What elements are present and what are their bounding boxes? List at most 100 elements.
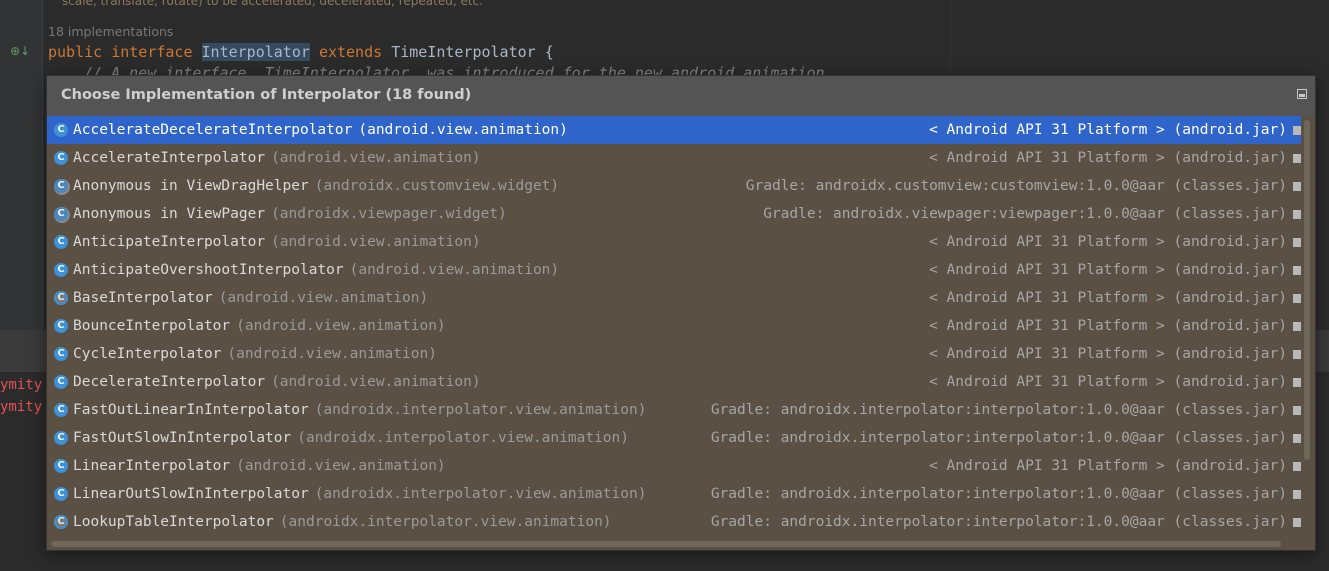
implementation-name: AnticipateOvershootInterpolator (android.… [73, 256, 559, 284]
class-icon: C [54, 431, 68, 445]
package-name: (androidx.interpolator.view.animation) [279, 514, 612, 530]
error-text-2: ymity [0, 399, 43, 415]
implementation-row[interactable]: C AnticipateOvershootInterpolator (android… [47, 256, 1301, 284]
class-name: FastOutLinearInInterpolator [73, 402, 309, 418]
package-name: (android.view.animation) [349, 262, 560, 278]
vertical-scrollbar[interactable] [1301, 116, 1315, 536]
abstract-class-icon: C [54, 515, 68, 529]
package-name: (android.view.animation) [271, 150, 481, 166]
jar-icon [1293, 210, 1301, 219]
library-location: < Android API 31 Platform > (android.jar… [929, 346, 1287, 362]
class-icon: C [54, 459, 68, 473]
keyword-extends: extends [318, 43, 383, 61]
library-location: < Android API 31 Platform > (android.jar… [929, 374, 1287, 390]
implementations-hint[interactable]: 18 implementations [48, 24, 173, 39]
implementation-row[interactable]: C CycleInterpolator (android.view.animatio… [47, 340, 1301, 368]
jar-icon [1293, 518, 1301, 527]
jar-icon [1293, 238, 1301, 247]
package-name: (android.view.animation) [358, 122, 568, 138]
package-name: (androidx.viewpager.widget) [271, 206, 507, 222]
pin-icon[interactable] [1297, 89, 1307, 99]
implementation-name: CycleInterpolator (android.view.animation… [73, 340, 437, 368]
library-location: < Android API 31 Platform > (android.jar… [929, 290, 1287, 306]
implementation-name: LinearInterpolator (android.view.animatio… [73, 452, 446, 480]
implementation-row[interactable]: C Anonymous in ViewDragHelper (androidx.cu… [47, 172, 1301, 200]
jar-icon [1293, 126, 1301, 135]
gutter-divider [42, 0, 43, 330]
super-type: TimeInterpolator { [391, 43, 554, 61]
implementation-row[interactable]: C DecelerateInterpolator (android.view.ani… [47, 368, 1301, 396]
package-name: (android.view.animation) [236, 458, 446, 474]
implementation-name: Anonymous in ViewPager (androidx.viewpage… [73, 200, 507, 228]
class-name: BounceInterpolator [73, 318, 231, 334]
implementation-row[interactable]: C LinearInterpolator (android.view.animati… [47, 452, 1301, 480]
package-name: (android.view.animation) [271, 374, 481, 390]
implementation-row[interactable]: C AccelerateInterpolator (android.view.ani… [47, 144, 1301, 172]
jar-icon [1293, 350, 1301, 359]
implementation-row[interactable]: C AccelerateDecelerateInterpolator (androi… [47, 116, 1301, 144]
library-location: Gradle: androidx.customview:customview:1… [745, 178, 1287, 194]
jar-icon [1293, 294, 1301, 303]
popup-header[interactable]: Choose Implementation of Interpolator (1… [47, 76, 1315, 116]
jar-icon [1293, 378, 1301, 387]
class-icon: C [54, 347, 68, 361]
jar-icon [1293, 154, 1301, 163]
h-scrollbar-thumb[interactable] [51, 541, 1281, 547]
implementation-name: AccelerateInterpolator (android.view.anim… [73, 144, 481, 172]
class-name: DecelerateInterpolator [73, 374, 266, 390]
anonymous-class-icon: C [54, 179, 68, 193]
class-name: AnticipateOvershootInterpolator [73, 262, 344, 278]
implemented-gutter-icon[interactable]: ⊕↓ [10, 44, 30, 58]
library-location: < Android API 31 Platform > (android.jar… [929, 318, 1287, 334]
class-icon: C [54, 403, 68, 417]
implementation-name: Anonymous in ViewDragHelper (androidx.cus… [73, 172, 559, 200]
package-name: (android.view.animation) [227, 346, 437, 362]
implementation-row[interactable]: C AnticipateInterpolator (android.view.ani… [47, 228, 1301, 256]
class-icon: C [54, 235, 68, 249]
jar-icon [1293, 182, 1301, 191]
jar-icon [1293, 434, 1301, 443]
package-name: (android.view.animation) [218, 290, 429, 306]
class-icon: C [54, 263, 68, 277]
class-icon: C [54, 487, 68, 501]
class-icon: C [54, 151, 68, 165]
interface-declaration-line: public interface Interpolator extends Ti… [48, 43, 554, 61]
class-icon: C [54, 375, 68, 389]
implementation-row[interactable]: C BounceInterpolator (android.view.animati… [47, 312, 1301, 340]
library-location: < Android API 31 Platform > (android.jar… [929, 262, 1287, 278]
package-name: (androidx.interpolator.view.animation) [314, 486, 647, 502]
implementation-name: BaseInterpolator (android.view.animation) [73, 284, 428, 312]
horizontal-scrollbar[interactable] [47, 538, 1301, 550]
implementation-row[interactable]: C Anonymous in ViewPager (androidx.viewpag… [47, 200, 1301, 228]
library-location: Gradle: androidx.viewpager:viewpager:1.0… [763, 206, 1287, 222]
implementation-name: LinearOutSlowInInterpolator (androidx.int… [73, 480, 646, 508]
class-name: Anonymous in ViewPager [73, 206, 266, 222]
class-name: LookupTableInterpolator [73, 514, 274, 530]
implementation-row[interactable]: C LinearOutSlowInInterpolator (androidx.in… [47, 480, 1301, 508]
implementation-name: LookupTableInterpolator (androidx.interpo… [73, 508, 612, 536]
implementation-row[interactable]: C BaseInterpolator (android.view.animation… [47, 284, 1301, 312]
jar-icon [1293, 266, 1301, 275]
package-name: (android.view.animation) [236, 318, 446, 334]
doc-comment-line: scale, translate, rotate) to be accelera… [62, 0, 483, 8]
choose-implementation-popup: Choose Implementation of Interpolator (1… [46, 75, 1316, 551]
jar-icon [1293, 462, 1301, 471]
implementation-row[interactable]: C FastOutSlowInInterpolator (androidx.inte… [47, 424, 1301, 452]
package-name: (android.view.animation) [271, 234, 481, 250]
library-location: < Android API 31 Platform > (android.jar… [929, 122, 1287, 138]
library-location: Gradle: androidx.interpolator:interpolat… [710, 486, 1287, 502]
implementation-row[interactable]: C LookupTableInterpolator (androidx.interp… [47, 508, 1301, 536]
library-location: < Android API 31 Platform > (android.jar… [929, 234, 1287, 250]
anonymous-class-icon: C [54, 207, 68, 221]
keyword-public: public [48, 43, 103, 61]
class-name: AnticipateInterpolator [73, 234, 266, 250]
interface-name[interactable]: Interpolator [201, 43, 310, 61]
implementation-row[interactable]: C FastOutLinearInInterpolator (androidx.in… [47, 396, 1301, 424]
keyword-interface: interface [111, 43, 193, 61]
class-name: Anonymous in ViewDragHelper [73, 178, 309, 194]
implementation-name: FastOutLinearInInterpolator (androidx.int… [73, 396, 646, 424]
implementation-name: AccelerateDecelerateInterpolator (android… [73, 116, 568, 144]
class-name: AccelerateDecelerateInterpolator [73, 122, 353, 138]
scrollbar-thumb[interactable] [1304, 120, 1310, 460]
package-name: (androidx.interpolator.view.animation) [297, 430, 629, 446]
